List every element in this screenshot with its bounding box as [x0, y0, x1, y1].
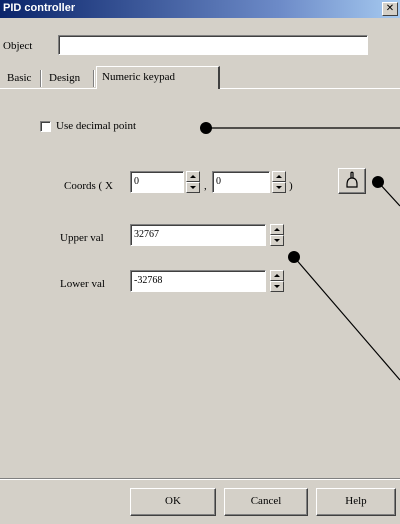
spin-down-icon[interactable] — [272, 182, 286, 193]
upper-val-label: Upper val — [60, 232, 104, 244]
coords-label: Coords ( X — [64, 180, 113, 192]
pointer-hand-icon — [346, 171, 358, 188]
upper-val-input[interactable]: 32767 — [130, 224, 266, 246]
coords-y-spinner[interactable] — [272, 171, 286, 193]
tab-numeric-keypad[interactable]: Numeric keypad — [96, 66, 220, 89]
coords-picker-button[interactable] — [338, 168, 366, 194]
upper-val-spinner[interactable] — [270, 224, 284, 246]
title-bar: PID controller ✕ — [0, 0, 400, 18]
use-decimal-point-label: Use decimal point — [56, 120, 137, 132]
object-row: Object — [0, 31, 400, 61]
use-decimal-point-checkbox[interactable] — [40, 121, 51, 132]
coords-y-input[interactable]: 0 — [212, 171, 270, 193]
coords-separator: , — [204, 180, 207, 192]
coords-x-spinner[interactable] — [186, 171, 200, 193]
close-icon[interactable]: ✕ — [382, 2, 398, 16]
tab-divider — [93, 70, 94, 87]
spin-up-icon[interactable] — [272, 171, 286, 182]
lower-val-input[interactable]: -32768 — [130, 270, 266, 292]
callout-dot — [200, 122, 212, 134]
tab-divider — [40, 70, 41, 87]
help-button[interactable]: Help — [316, 488, 396, 516]
tab-design[interactable]: Design — [44, 69, 85, 88]
footer-divider — [0, 478, 400, 480]
lower-val-label: Lower val — [60, 278, 105, 290]
lower-val-spinner[interactable] — [270, 270, 284, 292]
coords-close-paren: ) — [289, 180, 293, 192]
spin-up-icon[interactable] — [186, 171, 200, 182]
spin-down-icon[interactable] — [186, 182, 200, 193]
spin-up-icon[interactable] — [270, 270, 284, 281]
callout-dot — [288, 251, 300, 263]
cancel-button[interactable]: Cancel — [224, 488, 308, 516]
tab-basic[interactable]: Basic — [2, 69, 36, 88]
window-title: PID controller — [3, 2, 76, 14]
spin-up-icon[interactable] — [270, 224, 284, 235]
object-label: Object — [3, 40, 33, 52]
coords-x-input[interactable]: 0 — [130, 171, 184, 193]
callout-dot — [372, 176, 384, 188]
spin-down-icon[interactable] — [270, 235, 284, 246]
object-field[interactable] — [58, 35, 368, 55]
ok-button[interactable]: OK — [130, 488, 216, 516]
spin-down-icon[interactable] — [270, 281, 284, 292]
pid-controller-dialog: PID controller ✕ Object Basic Design Num… — [0, 0, 400, 524]
